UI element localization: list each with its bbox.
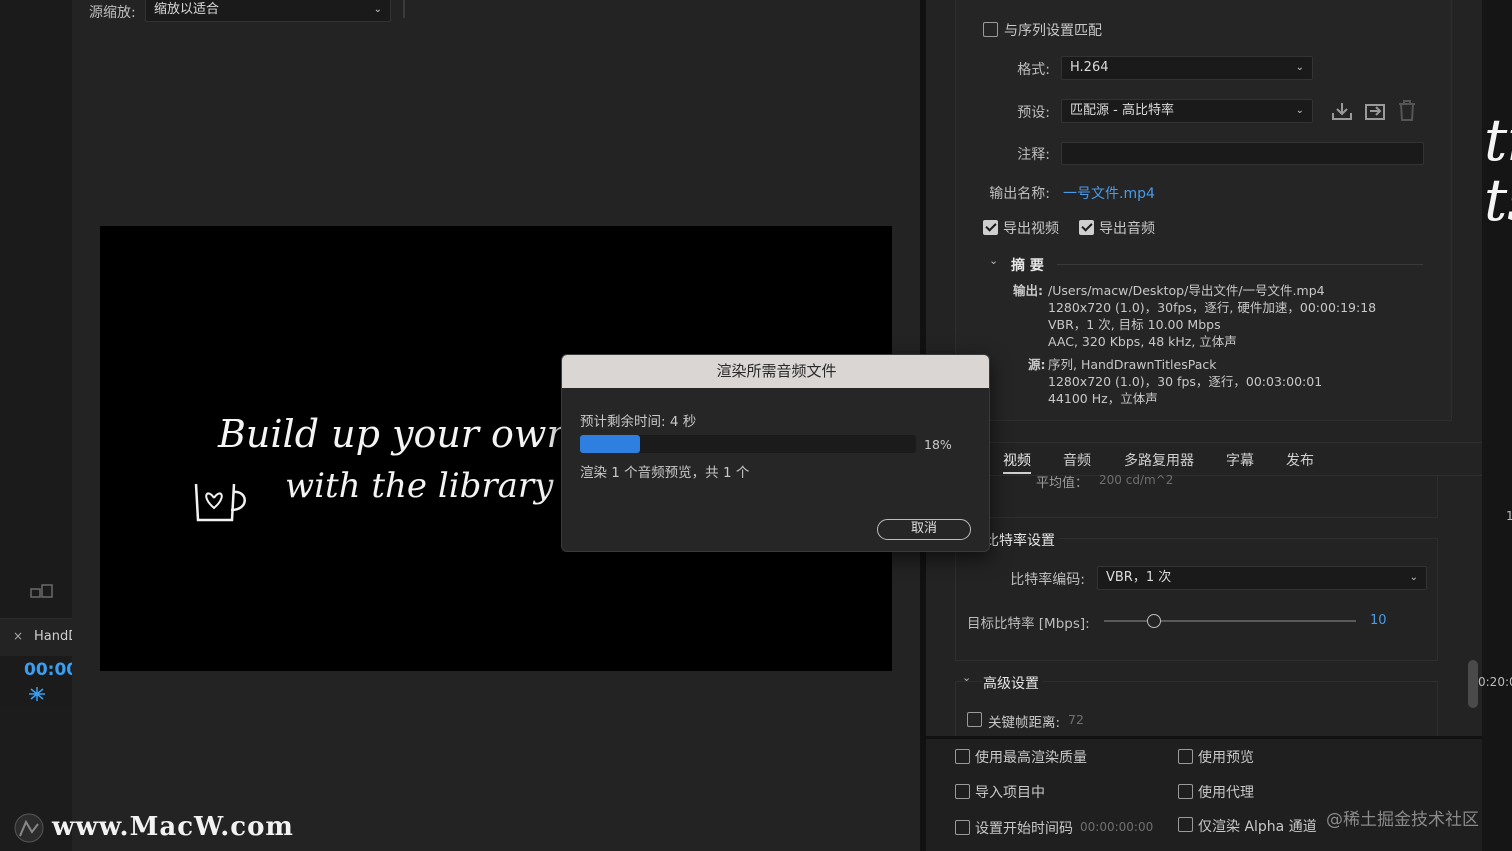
use-proxies-checkbox[interactable] xyxy=(1178,784,1193,799)
progress-percent: 18% xyxy=(924,437,952,452)
keyframe-distance-value[interactable]: 72 xyxy=(1068,712,1084,727)
tab-captions[interactable]: 字幕 xyxy=(1226,450,1254,470)
start-timecode-value[interactable]: 00:00:00:00 xyxy=(1080,820,1153,834)
use-previews-label: 使用预览 xyxy=(1198,750,1254,766)
bitrate-encoding-value: VBR，1 次 xyxy=(1106,570,1172,585)
match-sequence-label: 与序列设置匹配 xyxy=(1004,23,1102,39)
mug-icon xyxy=(190,476,256,524)
summary-output-line: AAC, 320 Kbps, 48 kHz, 立体声 xyxy=(1048,334,1237,349)
summary-divider xyxy=(1057,264,1423,265)
output-name-label: 输出名称: xyxy=(989,186,1050,202)
output-name-link[interactable]: 一号文件.mp4 xyxy=(1063,183,1155,203)
summary-source-line: 44100 Hz，立体声 xyxy=(1048,391,1158,406)
comments-label: 注释: xyxy=(1017,147,1050,163)
advanced-title[interactable]: 高级设置 xyxy=(983,673,1043,693)
source-scale-value: 缩放以适合 xyxy=(154,2,220,17)
close-icon[interactable]: × xyxy=(13,629,23,643)
time-remaining-text: 预计剩余时间: 4 秒 xyxy=(580,414,697,430)
tab-video[interactable]: 视频 xyxy=(1003,450,1031,474)
hdr-settings-stub xyxy=(955,476,1438,518)
render-progress-bar xyxy=(580,435,916,453)
import-into-project-label: 导入项目中 xyxy=(975,785,1045,801)
edge-timecode: 0:20:0 xyxy=(1478,675,1512,689)
scrollbar-thumb[interactable] xyxy=(1468,660,1478,708)
target-bitrate-label: 目标比特率 [Mbps]: xyxy=(967,616,1090,632)
comments-field[interactable] xyxy=(1061,142,1424,165)
advanced-chevron-icon[interactable]: ⌄ xyxy=(962,671,971,684)
export-audio-label: 导出音频 xyxy=(1099,221,1155,237)
chevron-down-icon: ⌄ xyxy=(1409,572,1418,583)
match-sequence-checkbox[interactable] xyxy=(983,22,998,37)
tab-publish[interactable]: 发布 xyxy=(1286,450,1314,470)
import-into-project-checkbox[interactable] xyxy=(955,784,970,799)
target-bitrate-slider-track[interactable] xyxy=(1104,620,1356,622)
format-value: H.264 xyxy=(1070,60,1109,75)
max-render-quality-label: 使用最高渲染质量 xyxy=(975,750,1087,766)
bitrate-encoding-label: 比特率编码: xyxy=(1010,572,1085,588)
dialog-title: 渲染所需音频文件 xyxy=(562,355,989,388)
summary-source-label: 源: xyxy=(1028,357,1046,372)
alpha-only-label: 仅渲染 Alpha 通道 xyxy=(1198,819,1317,835)
use-proxies-label: 使用代理 xyxy=(1198,785,1254,801)
bitrate-section-title[interactable]: 比特率设置 xyxy=(985,530,1059,550)
summary-title: 摘 要 xyxy=(1011,258,1044,274)
source-scale-label: 源缩放: xyxy=(89,5,136,21)
render-status-text: 渲染 1 个音频预览，共 1 个 xyxy=(580,465,750,481)
bitrate-settings-section xyxy=(955,538,1438,661)
cancel-button[interactable]: 取消 xyxy=(877,519,971,540)
chevron-down-icon: ⌄ xyxy=(373,4,382,15)
tab-audio[interactable]: 音频 xyxy=(1063,450,1091,470)
format-select[interactable]: H.264 ⌄ xyxy=(1061,56,1313,80)
timecode-display[interactable]: 00:00 xyxy=(24,660,78,680)
target-bitrate-slider-knob[interactable] xyxy=(1147,614,1161,628)
use-previews-checkbox[interactable] xyxy=(1178,749,1193,764)
tab-multiplexer[interactable]: 多路复用器 xyxy=(1124,450,1194,470)
keyframe-distance-label: 关键帧距离: xyxy=(988,715,1061,731)
hdr-average-value: 200 cd/m^2 xyxy=(1099,473,1174,487)
summary-output-label: 输出: xyxy=(1013,283,1043,298)
panel-separator xyxy=(403,0,405,18)
keyframe-distance-checkbox[interactable] xyxy=(967,712,982,727)
alpha-only-checkbox[interactable] xyxy=(1178,817,1193,832)
delete-preset-icon[interactable] xyxy=(1398,100,1416,121)
source-scale-select[interactable]: 缩放以适合 ⌄ xyxy=(145,0,391,22)
preset-label: 预设: xyxy=(1017,105,1050,121)
sequence-tab[interactable]: × HandD xyxy=(0,618,78,656)
preview-title-line2: with the library xyxy=(285,466,554,506)
max-render-quality-checkbox[interactable] xyxy=(955,749,970,764)
target-bitrate-value[interactable]: 10 xyxy=(1370,613,1387,628)
summary-chevron-icon[interactable]: ⌄ xyxy=(989,254,998,267)
edge-number: 1 xyxy=(1506,509,1512,523)
export-video-label: 导出视频 xyxy=(1003,221,1059,237)
watermark-logo-icon xyxy=(12,812,46,844)
chevron-down-icon: ⌄ xyxy=(1295,105,1304,116)
right-edge-panel: tits 1 0:20:0 xyxy=(1478,0,1512,851)
preset-select[interactable]: 匹配源 - 高比特率 ⌄ xyxy=(1061,99,1313,123)
export-video-checkbox[interactable] xyxy=(983,220,998,235)
snap-icon[interactable] xyxy=(28,686,46,702)
start-timecode-checkbox[interactable] xyxy=(955,820,970,835)
preview-title-line1: Build up your own xyxy=(218,412,571,456)
chevron-down-icon: ⌄ xyxy=(1295,62,1304,73)
render-audio-dialog: 渲染所需音频文件 预计剩余时间: 4 秒 18% 渲染 1 个音频预览，共 1 … xyxy=(561,354,990,552)
bitrate-encoding-select[interactable]: VBR，1 次 ⌄ xyxy=(1097,566,1427,590)
render-progress-fill xyxy=(580,435,640,453)
left-panel-icon[interactable] xyxy=(30,583,54,599)
watermark-macw: www.MacW.com xyxy=(52,812,294,842)
hdr-average-label: 平均值： xyxy=(1036,476,1089,491)
save-preset-icon[interactable] xyxy=(1331,101,1353,121)
watermark-juejin: @稀土掘金技术社区 xyxy=(1326,810,1479,830)
format-label: 格式: xyxy=(1017,62,1050,78)
import-preset-icon[interactable] xyxy=(1364,101,1386,121)
start-timecode-label: 设置开始时间码 xyxy=(975,821,1073,837)
edge-script-text: tits xyxy=(1484,106,1512,234)
export-audio-checkbox[interactable] xyxy=(1079,220,1094,235)
preset-value: 匹配源 - 高比特率 xyxy=(1070,103,1174,118)
